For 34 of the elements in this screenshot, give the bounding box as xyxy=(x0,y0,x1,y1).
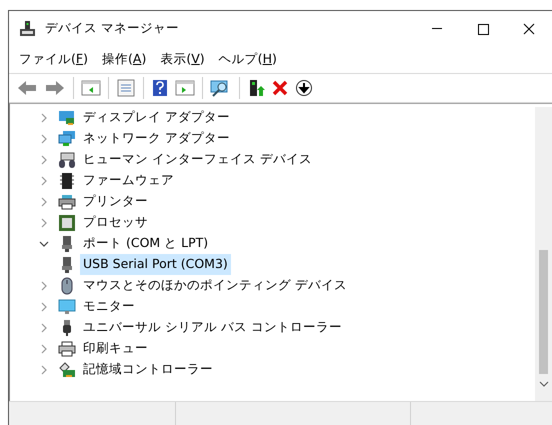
tree-item[interactable]: ネットワーク アダプター xyxy=(80,128,233,149)
device-manager-icon xyxy=(19,20,37,38)
tree-item[interactable]: 印刷キュー xyxy=(80,338,151,359)
menu-item[interactable]: 操作(A) xyxy=(96,48,152,71)
keyboard-icon xyxy=(58,150,76,168)
tree-item[interactable]: プロセッサ xyxy=(80,212,151,233)
printer-icon xyxy=(58,192,76,210)
tree-item[interactable]: USB Serial Port (COM3) xyxy=(80,254,231,275)
tree-item[interactable]: ユニバーサル シリアル バス コントローラー xyxy=(80,317,345,338)
network-icon xyxy=(58,130,76,148)
window-title: デバイス マネージャー xyxy=(45,19,179,38)
tree-item[interactable]: マウスとそのほかのポインティング デバイス xyxy=(80,275,350,296)
menu-item[interactable]: ファイル(F) xyxy=(13,48,94,71)
menu-item[interactable]: ヘルプ(H) xyxy=(212,48,283,71)
tree-item[interactable]: ディスプレイ アダプター xyxy=(80,107,233,128)
tree-item[interactable]: 記憶域コントローラー xyxy=(80,359,216,380)
maximize-icon xyxy=(477,22,489,34)
tree-item[interactable]: ファームウェア xyxy=(80,170,177,191)
tree-item[interactable]: プリンター xyxy=(80,191,151,212)
tree-item[interactable]: ポート (COM と LPT) xyxy=(80,233,212,254)
storage-controller-icon xyxy=(58,360,76,378)
menu-item[interactable]: 表示(V) xyxy=(154,48,211,71)
processor-icon xyxy=(58,214,76,232)
scrollbar[interactable] xyxy=(535,107,552,401)
printer-icon xyxy=(58,340,76,358)
display-adapter-icon xyxy=(58,108,76,126)
monitor-icon xyxy=(58,298,76,316)
minimize-icon xyxy=(432,28,442,29)
close-icon xyxy=(523,22,535,34)
chip-icon xyxy=(58,172,76,190)
install-button[interactable] xyxy=(293,77,315,99)
tree-item[interactable]: モニター xyxy=(80,296,138,317)
tree-item[interactable]: ヒューマン インターフェイス デバイス xyxy=(80,149,315,170)
scrollbar-thumb[interactable] xyxy=(539,250,548,374)
